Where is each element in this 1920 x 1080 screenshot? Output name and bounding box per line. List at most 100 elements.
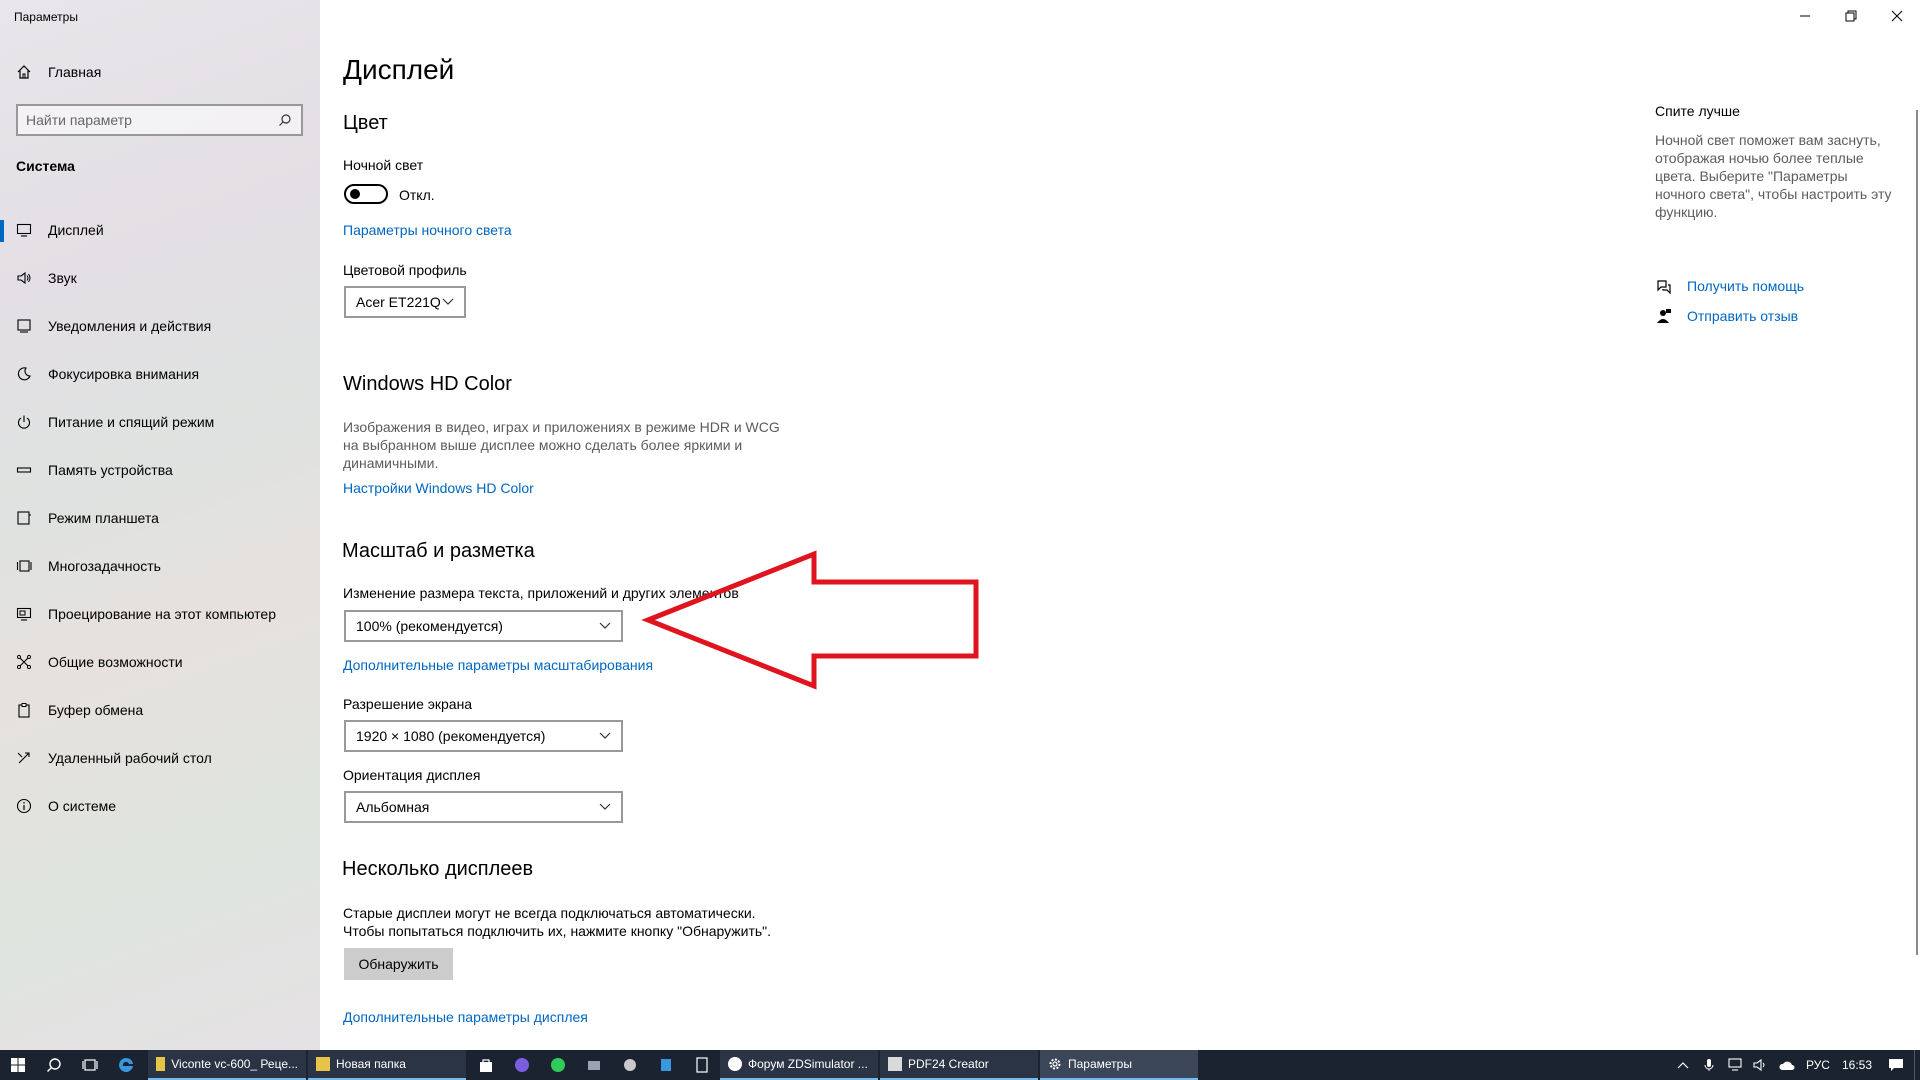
app-button[interactable] bbox=[576, 1050, 612, 1080]
paint-button[interactable] bbox=[612, 1050, 648, 1080]
sidebar-item-shared[interactable]: Общие возможности bbox=[0, 638, 320, 686]
chevron-down-icon bbox=[599, 732, 611, 740]
sidebar-item-label: Дисплей bbox=[48, 222, 104, 238]
dropdown-value: 1920 × 1080 (рекомендуется) bbox=[356, 728, 546, 744]
sidebar-item-about[interactable]: О системе bbox=[0, 782, 320, 830]
multi-display-heading: Несколько дисплеев bbox=[342, 858, 534, 880]
feedback-person-icon bbox=[1655, 308, 1673, 324]
right-desc-line: отображая ночью более теплые bbox=[1655, 150, 1864, 166]
speaker-icon bbox=[14, 268, 34, 288]
onedrive-button[interactable] bbox=[1774, 1050, 1800, 1080]
clock[interactable]: 16:53 bbox=[1836, 1058, 1878, 1072]
notes-button[interactable] bbox=[648, 1050, 684, 1080]
sidebar-item-label: Питание и спящий режим bbox=[48, 414, 215, 430]
taskbar-app-label: Параметры bbox=[1068, 1057, 1132, 1071]
whatsapp-button[interactable] bbox=[540, 1050, 576, 1080]
taskbar-app-settings[interactable]: Параметры bbox=[1040, 1050, 1198, 1080]
edge-button[interactable] bbox=[108, 1050, 144, 1080]
volume-button[interactable] bbox=[1748, 1050, 1774, 1080]
windows-logo-icon bbox=[11, 1058, 25, 1072]
sidebar-item-tablet[interactable]: Режим планшета bbox=[0, 494, 320, 542]
language-indicator[interactable]: РУС bbox=[1800, 1058, 1836, 1072]
orientation-dropdown[interactable]: Альбомная bbox=[344, 791, 623, 823]
multi-display-description: Старые дисплеи могут не всегда подключат… bbox=[343, 904, 823, 940]
settings-gear-icon bbox=[1048, 1057, 1062, 1071]
sidebar-item-multitasking[interactable]: Многозадачность bbox=[0, 542, 320, 590]
scrollbar[interactable] bbox=[1916, 110, 1918, 955]
chevron-up-icon bbox=[1677, 1062, 1689, 1069]
detect-button[interactable]: Обнаружить bbox=[344, 948, 453, 980]
restore-button[interactable] bbox=[1828, 0, 1874, 32]
color-heading: Цвет bbox=[343, 112, 388, 134]
show-hidden-icons-button[interactable] bbox=[1670, 1050, 1696, 1080]
network-button[interactable] bbox=[1722, 1050, 1748, 1080]
notes-icon bbox=[661, 1059, 671, 1071]
right-desc-line: функцию. bbox=[1655, 204, 1718, 220]
microphone-button[interactable] bbox=[1696, 1050, 1722, 1080]
sidebar-item-power[interactable]: Питание и спящий режим bbox=[0, 398, 320, 446]
edge-browser-icon bbox=[119, 1057, 133, 1072]
right-desc-line: Ночной свет поможет вам заснуть, bbox=[1655, 132, 1881, 148]
send-feedback-link[interactable]: Отправить отзыв bbox=[1655, 306, 1798, 326]
taskbar: Viconte vc-600_ Реце... Новая папка Фору… bbox=[0, 1050, 1920, 1080]
task-view-button[interactable] bbox=[72, 1050, 108, 1080]
taskbar-app-zdsimulator[interactable]: Форум ZDSimulator ... bbox=[720, 1050, 878, 1080]
scale-dropdown[interactable]: 100% (рекомендуется) bbox=[344, 610, 623, 642]
microphone-icon bbox=[1704, 1059, 1714, 1071]
sleep-better-description: Ночной свет поможет вам заснуть, отображ… bbox=[1655, 131, 1895, 221]
home-icon bbox=[14, 64, 34, 80]
pdf24-icon bbox=[888, 1057, 902, 1071]
sidebar-item-label: Фокусировка внимания bbox=[48, 366, 200, 382]
toggle-knob bbox=[350, 189, 360, 199]
show-desktop-button[interactable] bbox=[1914, 1050, 1920, 1080]
network-icon bbox=[1728, 1058, 1742, 1071]
dropdown-value: Альбомная bbox=[356, 799, 430, 815]
taskbar-app-pdf24[interactable]: PDF24 Creator bbox=[880, 1050, 1038, 1080]
minimize-button[interactable] bbox=[1782, 0, 1828, 32]
sidebar-item-focus[interactable]: Фокусировка внимания bbox=[0, 350, 320, 398]
page-title: Дисплей bbox=[343, 54, 455, 85]
scale-heading: Масштаб и разметка bbox=[342, 540, 535, 562]
close-button[interactable] bbox=[1874, 0, 1920, 32]
viber-button[interactable] bbox=[504, 1050, 540, 1080]
sidebar-item-label: Звук bbox=[48, 270, 77, 286]
start-button[interactable] bbox=[0, 1050, 36, 1080]
calculator-button[interactable] bbox=[684, 1050, 720, 1080]
night-light-settings-link[interactable]: Параметры ночного света bbox=[343, 222, 512, 238]
color-profile-label: Цветовой профиль bbox=[343, 262, 467, 278]
sidebar-item-storage[interactable]: Память устройства bbox=[0, 446, 320, 494]
get-help-link[interactable]: Получить помощь bbox=[1655, 276, 1804, 296]
night-light-toggle[interactable] bbox=[344, 184, 388, 204]
sidebar-item-sound[interactable]: Звук bbox=[0, 254, 320, 302]
night-light-state: Откл. bbox=[399, 187, 435, 203]
calculator-icon bbox=[696, 1057, 708, 1073]
sidebar-item-clipboard[interactable]: Буфер обмена bbox=[0, 686, 320, 734]
paint-icon bbox=[624, 1059, 636, 1071]
search-taskbar-button[interactable] bbox=[36, 1050, 72, 1080]
sidebar-home[interactable]: Главная bbox=[14, 62, 101, 82]
sidebar-item-display[interactable]: Дисплей bbox=[0, 206, 320, 254]
hd-color-settings-link[interactable]: Настройки Windows HD Color bbox=[343, 480, 534, 496]
sidebar-item-projecting[interactable]: Проецирование на этот компьютер bbox=[0, 590, 320, 638]
search-input[interactable] bbox=[26, 112, 277, 128]
action-center-button[interactable] bbox=[1878, 1050, 1914, 1080]
advanced-scaling-link[interactable]: Дополнительные параметры масштабирования bbox=[343, 657, 653, 673]
search-icon[interactable] bbox=[277, 112, 293, 128]
color-profile-dropdown[interactable]: Acer ET221Q bbox=[344, 286, 466, 318]
sidebar-item-label: Общие возможности bbox=[48, 654, 183, 670]
multitask-icon bbox=[14, 556, 34, 576]
dropdown-value: Acer ET221Q bbox=[356, 294, 441, 310]
get-help-label: Получить помощь bbox=[1687, 278, 1805, 294]
info-icon bbox=[14, 796, 34, 816]
store-button[interactable] bbox=[468, 1050, 504, 1080]
resolution-dropdown[interactable]: 1920 × 1080 (рекомендуется) bbox=[344, 720, 623, 752]
sidebar-item-remote-desktop[interactable]: Удаленный рабочий стол bbox=[0, 734, 320, 782]
system-tray: РУС 16:53 bbox=[1670, 1050, 1920, 1080]
search-box[interactable] bbox=[16, 104, 303, 136]
advanced-display-link[interactable]: Дополнительные параметры дисплея bbox=[343, 1009, 588, 1025]
shared-icon bbox=[14, 652, 34, 672]
taskbar-app-new-folder[interactable]: Новая папка bbox=[308, 1050, 466, 1080]
sidebar-item-notifications[interactable]: Уведомления и действия bbox=[0, 302, 320, 350]
taskbar-app-viconte[interactable]: Viconte vc-600_ Реце... bbox=[148, 1050, 306, 1080]
window-title: Параметры bbox=[14, 10, 78, 24]
